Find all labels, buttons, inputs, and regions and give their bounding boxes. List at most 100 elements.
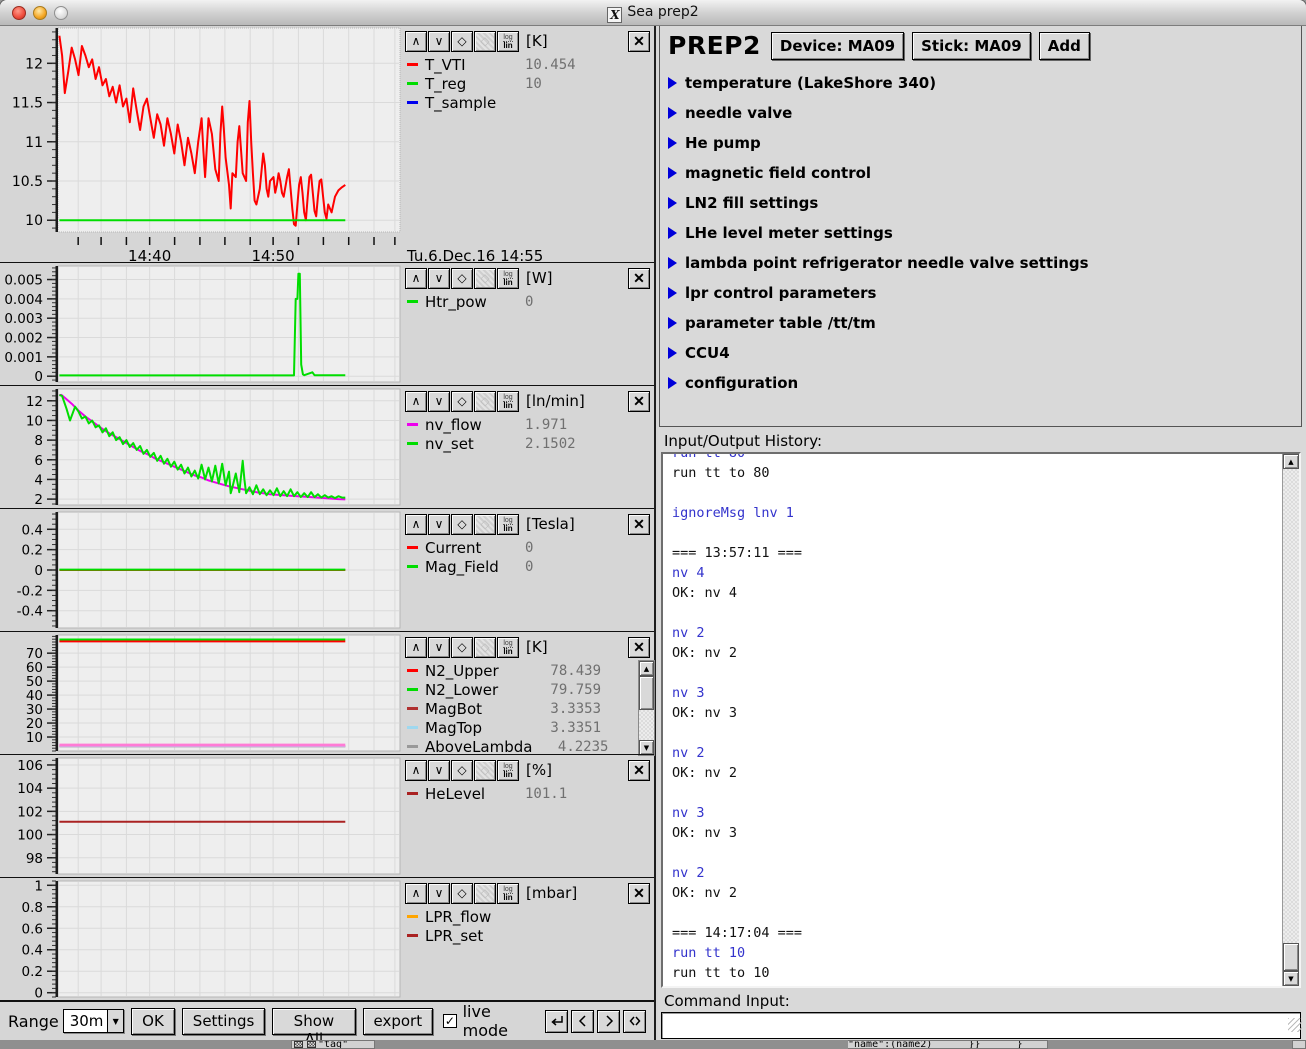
series-color-dash: [407, 669, 418, 672]
autoscale-button[interactable]: ◇: [451, 760, 473, 781]
chevron-down-icon[interactable]: ▼: [107, 1010, 123, 1032]
scale-down-button[interactable]: ∨: [428, 31, 450, 52]
log-lin-toggle[interactable]: loglin: [497, 883, 519, 904]
autoscale-button[interactable]: ◇: [451, 268, 473, 289]
scale-up-button[interactable]: ∧: [405, 883, 427, 904]
autoscale-button[interactable]: ◇: [451, 391, 473, 412]
close-chart-button[interactable]: ✕: [628, 760, 650, 781]
close-chart-button[interactable]: ✕: [628, 268, 650, 289]
scrollbar-track[interactable]: [1283, 469, 1299, 943]
autoscale-button[interactable]: ◇: [451, 514, 473, 535]
ok-button[interactable]: OK: [131, 1008, 175, 1035]
scale-up-button[interactable]: ∧: [405, 760, 427, 781]
add-button[interactable]: Add: [1039, 32, 1090, 60]
scale-down-button[interactable]: ∨: [428, 883, 450, 904]
log-lin-toggle[interactable]: loglin: [497, 760, 519, 781]
close-chart-button[interactable]: ✕: [628, 31, 650, 52]
log-lin-toggle[interactable]: loglin: [497, 391, 519, 412]
scale-down-button[interactable]: ∨: [428, 637, 450, 658]
legend-item[interactable]: Current0: [405, 538, 653, 557]
log-lin-toggle[interactable]: loglin: [497, 31, 519, 52]
scrollbar-thumb[interactable]: [639, 676, 654, 710]
terminal-scrollbar[interactable]: ▲ ▼: [1282, 454, 1299, 986]
titlebar[interactable]: XSea prep2: [0, 0, 1306, 26]
legend-item[interactable]: HeLevel101.1: [405, 784, 653, 803]
legend-item[interactable]: LPR_flow: [405, 907, 653, 926]
legend-item[interactable]: nv_flow1.971: [405, 415, 653, 434]
legend-item[interactable]: T_VTI10.454: [405, 55, 653, 74]
log-lin-toggle[interactable]: loglin: [497, 514, 519, 535]
legend-scrollbar[interactable]: ▲▼: [638, 660, 655, 756]
legend-item[interactable]: Htr_pow0: [405, 292, 653, 311]
close-chart-button[interactable]: ✕: [628, 514, 650, 535]
scale-up-button[interactable]: ∧: [405, 637, 427, 658]
scroll-up-icon[interactable]: ▲: [639, 661, 654, 676]
log-lin-toggle[interactable]: loglin: [497, 637, 519, 658]
legend-item[interactable]: LPR_set: [405, 926, 653, 945]
scale-down-button[interactable]: ∨: [428, 760, 450, 781]
section-row[interactable]: LN2 fill settings: [660, 188, 1301, 218]
scale-down-button[interactable]: ∨: [428, 514, 450, 535]
stick-button[interactable]: Stick: MA09: [912, 32, 1031, 60]
resize-grip[interactable]: [1288, 1018, 1302, 1032]
series-color-dash: [407, 565, 418, 568]
io-history-terminal[interactable]: run tt 80run tt to 80 ignoreMsg lnv 1 ==…: [661, 452, 1301, 988]
section-label: parameter table /tt/tm: [685, 314, 876, 332]
window-title: XSea prep2: [0, 4, 1306, 23]
background-window-fragment: [1292, 1040, 1306, 1049]
page-right-button[interactable]: [597, 1010, 620, 1033]
section-row[interactable]: LHe level meter settings: [660, 218, 1301, 248]
autoscale-button[interactable]: ◇: [451, 31, 473, 52]
legend-item[interactable]: T_reg10: [405, 74, 653, 93]
legend-items: Htr_pow0: [405, 292, 653, 311]
scale-down-button[interactable]: ∨: [428, 268, 450, 289]
section-row[interactable]: lpr control parameters: [660, 278, 1301, 308]
show-all-button[interactable]: Show All: [272, 1008, 355, 1035]
svg-text:0: 0: [34, 563, 43, 579]
scale-up-button[interactable]: ∧: [405, 514, 427, 535]
section-row[interactable]: lambda point refrigerator needle valve s…: [660, 248, 1301, 278]
chart-toolbar: Range 30m ▼ OK Settings Show All export …: [0, 1000, 654, 1040]
section-row[interactable]: temperature (LakeShore 340): [660, 68, 1301, 98]
legend-item[interactable]: nv_set2.1502: [405, 434, 653, 453]
device-button[interactable]: Device: MA09: [771, 32, 904, 60]
section-row[interactable]: needle valve: [660, 98, 1301, 128]
autoscale-button[interactable]: ◇: [451, 883, 473, 904]
close-chart-button[interactable]: ✕: [628, 883, 650, 904]
close-chart-button[interactable]: ✕: [628, 391, 650, 412]
scale-down-button[interactable]: ∨: [428, 391, 450, 412]
scroll-down-icon[interactable]: ▼: [639, 740, 654, 755]
legend-item[interactable]: MagTop3.3351: [405, 718, 633, 737]
settings-button[interactable]: Settings: [182, 1008, 266, 1035]
close-chart-button[interactable]: ✕: [628, 637, 650, 658]
jump-latest-button[interactable]: [545, 1010, 568, 1033]
autoscale-button[interactable]: ◇: [451, 637, 473, 658]
scale-up-button[interactable]: ∧: [405, 268, 427, 289]
log-lin-toggle[interactable]: loglin: [497, 268, 519, 289]
legend-item[interactable]: N2_Lower79.759: [405, 680, 633, 699]
lin-label: lin: [503, 770, 512, 778]
range-select[interactable]: 30m ▼: [63, 1009, 124, 1033]
section-row[interactable]: CCU4: [660, 338, 1301, 368]
legend-item[interactable]: T_sample: [405, 93, 653, 112]
page-left-button[interactable]: [571, 1010, 594, 1033]
command-input[interactable]: [661, 1012, 1301, 1039]
scrollbar-track[interactable]: [639, 710, 654, 740]
scroll-up-icon[interactable]: ▲: [1283, 454, 1299, 469]
live-mode-checkbox[interactable]: ✓: [443, 1014, 457, 1028]
scrollbar-thumb[interactable]: [1283, 943, 1299, 971]
section-row[interactable]: configuration: [660, 368, 1301, 398]
scale-up-button[interactable]: ∧: [405, 391, 427, 412]
charts-pane: 1010.51111.51214:4014:50Tu.6.Dec.16 14:5…: [0, 26, 656, 1040]
scroll-down-icon[interactable]: ▼: [1283, 971, 1299, 986]
export-button[interactable]: export: [363, 1008, 434, 1035]
section-row[interactable]: magnetic field control: [660, 158, 1301, 188]
legend-item[interactable]: N2_Upper78.439: [405, 661, 633, 680]
expand-range-button[interactable]: [623, 1010, 646, 1033]
legend-item[interactable]: MagBot3.3353: [405, 699, 633, 718]
legend-item[interactable]: Mag_Field0: [405, 557, 653, 576]
section-row[interactable]: He pump: [660, 128, 1301, 158]
section-row[interactable]: parameter table /tt/tm: [660, 308, 1301, 338]
scale-up-button[interactable]: ∧: [405, 31, 427, 52]
zoom-disabled-button: ◇: [474, 391, 496, 412]
